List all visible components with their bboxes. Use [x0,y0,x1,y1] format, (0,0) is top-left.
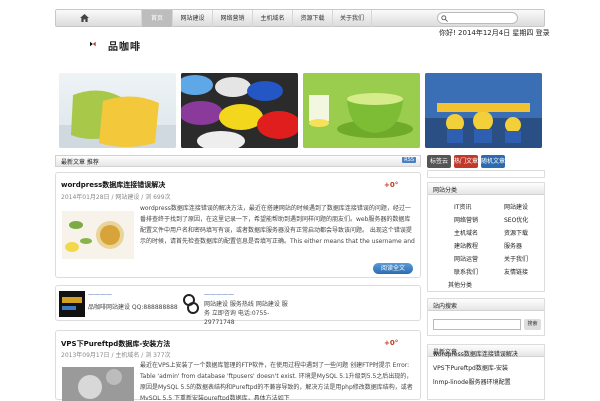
post-excerpt: wordpress数据库连接错误的解决方法，最近在搭建网站的时候遇到了数据库连接… [140,205,415,245]
nav-item-home[interactable]: 首页 [141,10,172,27]
green-tea-cup-image [303,73,420,148]
home-icon[interactable] [80,14,89,22]
read-more-button[interactable]: 阅读全文 [373,263,413,274]
banner-paint[interactable] [181,73,298,148]
post-title[interactable]: wordpress数据库连接错误解决 [61,180,165,190]
search-input[interactable] [437,12,518,24]
recent-post-link[interactable]: wordpress数据库连接错误解决 [433,349,518,358]
categories-title: 网站分类 [433,187,458,194]
post-card: wordpress数据库连接错误解决 2014年01月28日 / 网站建设 / … [55,172,421,278]
chain-icon [183,294,199,314]
category-link[interactable]: 网站建设 [504,202,528,211]
tab-tag-cloud[interactable]: 标签云 [427,155,451,168]
category-link[interactable]: 主机域名 [454,228,478,237]
ad-text: 品咖啡网站建设 QQ:888888888 [88,304,178,311]
nav-item-marketing[interactable]: 网络营销 [212,10,252,27]
nav-item-web[interactable]: 网站建设 [172,10,212,27]
category-link[interactable]: SEO优化 [504,215,528,224]
pillows-image [59,90,176,148]
category-link[interactable]: 联系我们 [454,267,478,276]
nav-item-about[interactable]: 关于我们 [332,10,372,27]
banner-tea[interactable] [303,73,420,148]
post-excerpt: 最近在VPS上安装了一个数据库管理的FTP软件，在使用过程中遇到了一些问题 创建… [140,362,413,400]
post-score: +0° [384,181,399,189]
category-link[interactable]: 友情链接 [504,267,528,276]
category-link[interactable]: IT资讯 [454,202,471,211]
logo-icon[interactable] [90,36,110,52]
ad-link[interactable]: ———— [88,291,112,298]
post-thumbnail[interactable] [62,367,134,401]
categories-header: 网站分类 [428,183,544,195]
sidebar-search-input[interactable] [433,319,521,330]
post-meta: 2013年09月17日 / 主机域名 / 浏 377次 [61,352,171,359]
post-title[interactable]: VPS下Pureftpd数据库-安装方法 [61,339,170,349]
paint-cans-image [181,73,298,148]
ad-link[interactable]: ————— [204,291,234,298]
tab-content [427,170,545,178]
category-link[interactable]: 关于我们 [504,254,528,263]
categories-panel: 网站分类 IT资讯 网站建设 网络营销 SEO优化 主机域名 资源下载 建站教程… [427,182,545,292]
movie-poster-image [425,73,542,148]
recent-post-link[interactable]: VPS下Pureftpd数据库-安装 [433,363,508,372]
date-login-line: 你好! 2014年12月4日 星期四 登录 [439,29,550,37]
category-link[interactable]: 资源下载 [504,228,528,237]
banner-pillows[interactable] [59,73,176,148]
ad-text: 网站建设 服务热线 网站建设 服务 立即咨询 电话:0755-29771748 [204,301,288,326]
ad-thumbnail[interactable] [59,291,85,317]
tab-random-posts[interactable]: 随机文章 [481,155,505,168]
category-link[interactable]: 服务器 [504,241,522,250]
post-meta: 2014年01月28日 / 网站建设 / 浏 699次 [61,194,171,201]
category-link[interactable]: 网站运营 [454,254,478,263]
logo-text[interactable]: 品咖啡 [108,38,141,53]
banner-movie[interactable] [425,73,542,148]
search-icon [441,15,448,22]
category-link[interactable]: 建站教程 [454,241,478,250]
category-link[interactable]: 网络营销 [454,215,478,224]
tab-hot-posts[interactable]: 热门文章 [454,155,478,168]
category-link[interactable]: 其他分类 [448,280,472,289]
nav-item-downloads[interactable]: 资源下载 [292,10,332,27]
section-header: 最新文章 推荐 RSS [55,155,421,167]
rss-button[interactable]: RSS [402,157,416,163]
search-header: 站内搜索 [428,299,544,311]
recent-post-link[interactable]: lnmp-linode服务器环境配置 [433,377,511,386]
nav-item-hosting[interactable]: 主机域名 [252,10,292,27]
post-card: VPS下Pureftpd数据库-安装方法 2013年09月17日 / 主机域名 … [55,330,421,401]
search-title: 站内搜索 [433,303,458,310]
ad-banner-row: ———— 品咖啡网站建设 QQ:888888888 ————— 网站建设 服务热… [55,285,421,326]
post-score: +0° [384,339,399,347]
search-panel: 站内搜索 搜索 [427,298,545,336]
section-title: 最新文章 推荐 [61,159,99,166]
post-thumbnail[interactable] [62,211,134,259]
sidebar-search-button[interactable]: 搜索 [524,319,541,330]
